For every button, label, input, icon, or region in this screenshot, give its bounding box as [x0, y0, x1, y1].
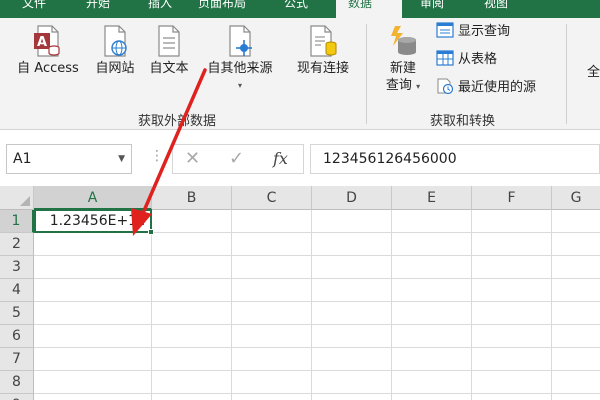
- grid-line: [34, 324, 600, 325]
- tab-data[interactable]: 数据: [336, 0, 402, 18]
- row-header-3[interactable]: 3: [0, 256, 34, 279]
- insert-function-icon[interactable]: fx: [273, 149, 288, 168]
- from-text-label: 自文本: [149, 61, 189, 76]
- chevron-down-icon[interactable]: ▼: [118, 145, 125, 173]
- column-header-b[interactable]: B: [152, 186, 232, 210]
- group-label-get-and-transform: 获取和转换: [430, 114, 496, 129]
- row-header-5[interactable]: 5: [0, 302, 34, 325]
- ribbon-tab-strip: 文件 开始 插入 页面布局 公式 数据 审阅 视图: [0, 0, 600, 18]
- new-query-icon: [391, 26, 416, 55]
- refresh-all-button-partial[interactable]: 全部: [580, 64, 600, 81]
- from-table-button[interactable]: 从表格: [436, 50, 497, 70]
- enter-icon[interactable]: ✓: [229, 148, 244, 169]
- formula-buttons: ✕ ✓ fx: [172, 144, 304, 174]
- grid-line: [34, 278, 600, 279]
- from-access-label: 自 Access: [17, 61, 79, 76]
- from-access-button[interactable]: A 自 Access: [10, 24, 86, 77]
- grid-line: [391, 210, 392, 400]
- tab-home[interactable]: 开始: [86, 0, 110, 18]
- existing-connections-icon: [310, 25, 337, 57]
- new-query-label-1: 新建: [389, 61, 416, 76]
- web-page-icon: [104, 25, 127, 57]
- new-query-label-2: 查询: [385, 78, 412, 93]
- select-all-corner[interactable]: [0, 186, 34, 210]
- show-queries-label: 显示查询: [458, 24, 511, 39]
- cell-a1[interactable]: 1.23456E+14: [34, 209, 152, 233]
- recent-sources-button[interactable]: 最近使用的源: [436, 78, 536, 98]
- group-label-get-external-data: 获取外部数据: [138, 114, 217, 129]
- tab-file[interactable]: 文件: [22, 0, 46, 18]
- name-box[interactable]: A1 ▼: [6, 144, 132, 174]
- tab-formulas[interactable]: 公式: [284, 0, 308, 18]
- column-header-f[interactable]: F: [472, 186, 552, 210]
- fill-handle[interactable]: [148, 229, 154, 235]
- grid-line: [34, 393, 600, 394]
- row-header-2[interactable]: 2: [0, 233, 34, 256]
- group-separator: [366, 24, 367, 124]
- group-separator: [566, 24, 567, 124]
- tab-review[interactable]: 审阅: [420, 0, 444, 18]
- drag-handle-icon[interactable]: ⋮: [150, 148, 164, 164]
- from-text-button[interactable]: 自文本: [144, 24, 194, 77]
- grid-line: [34, 370, 600, 371]
- from-web-button[interactable]: 自网站: [90, 24, 140, 77]
- chevron-down-icon: ▾: [237, 81, 242, 90]
- other-sources-icon: [229, 25, 252, 57]
- row-header-9[interactable]: 9: [0, 394, 34, 400]
- column-header-g[interactable]: G: [552, 186, 600, 210]
- grid-line: [34, 255, 600, 256]
- access-database-icon: A: [34, 25, 60, 57]
- formula-bar-area: A1 ▼ ⋮ ✕ ✓ fx 123456126456000: [0, 130, 600, 186]
- grid-line: [34, 301, 600, 302]
- text-file-icon: [158, 25, 180, 57]
- from-web-label: 自网站: [95, 61, 135, 76]
- from-table-icon: [436, 50, 454, 66]
- row-header-7[interactable]: 7: [0, 348, 34, 371]
- row-header-1[interactable]: 1: [0, 210, 34, 233]
- show-queries-icon: [436, 22, 454, 38]
- ribbon-data: A 自 Access 自网站 自文本 自其他来源 ▾ 现有连接 获取外部数据 新…: [0, 18, 600, 130]
- grid-line: [311, 210, 312, 400]
- row-header-6[interactable]: 6: [0, 325, 34, 348]
- cancel-icon[interactable]: ✕: [185, 148, 200, 169]
- svg-text:A: A: [37, 35, 47, 50]
- from-table-label: 从表格: [458, 52, 498, 67]
- grid-line: [231, 210, 232, 400]
- recent-sources-label: 最近使用的源: [458, 80, 537, 95]
- column-header-d[interactable]: D: [312, 186, 392, 210]
- tab-page-layout[interactable]: 页面布局: [198, 0, 246, 18]
- tab-view[interactable]: 视图: [484, 0, 508, 18]
- row-header-4[interactable]: 4: [0, 279, 34, 302]
- existing-connections-button[interactable]: 现有连接: [290, 24, 356, 77]
- chevron-down-icon: ▾: [416, 82, 421, 91]
- formula-input[interactable]: 123456126456000: [310, 144, 600, 174]
- refresh-all-label: 全部: [586, 65, 600, 80]
- row-header-8[interactable]: 8: [0, 371, 34, 394]
- worksheet-grid[interactable]: A B C D E F G 1 2 3 4 5 6 7 8 9 1.23456E…: [0, 186, 600, 400]
- existing-connections-label: 现有连接: [296, 61, 349, 76]
- column-header-a[interactable]: A: [34, 186, 152, 210]
- grid-line: [551, 210, 552, 400]
- grid-line: [34, 347, 600, 348]
- name-box-value: A1: [13, 151, 32, 167]
- from-other-sources-button[interactable]: 自其他来源 ▾: [200, 24, 280, 94]
- from-other-sources-label: 自其他来源: [207, 61, 273, 76]
- grid-line: [151, 210, 152, 400]
- select-all-icon: [20, 196, 30, 206]
- show-queries-button[interactable]: 显示查询: [436, 22, 510, 42]
- tab-insert[interactable]: 插入: [148, 0, 172, 18]
- column-header-c[interactable]: C: [232, 186, 312, 210]
- recent-sources-icon: [437, 78, 454, 94]
- new-query-button[interactable]: 新建 查询 ▾: [378, 24, 428, 95]
- column-header-e[interactable]: E: [392, 186, 472, 210]
- grid-line: [471, 210, 472, 400]
